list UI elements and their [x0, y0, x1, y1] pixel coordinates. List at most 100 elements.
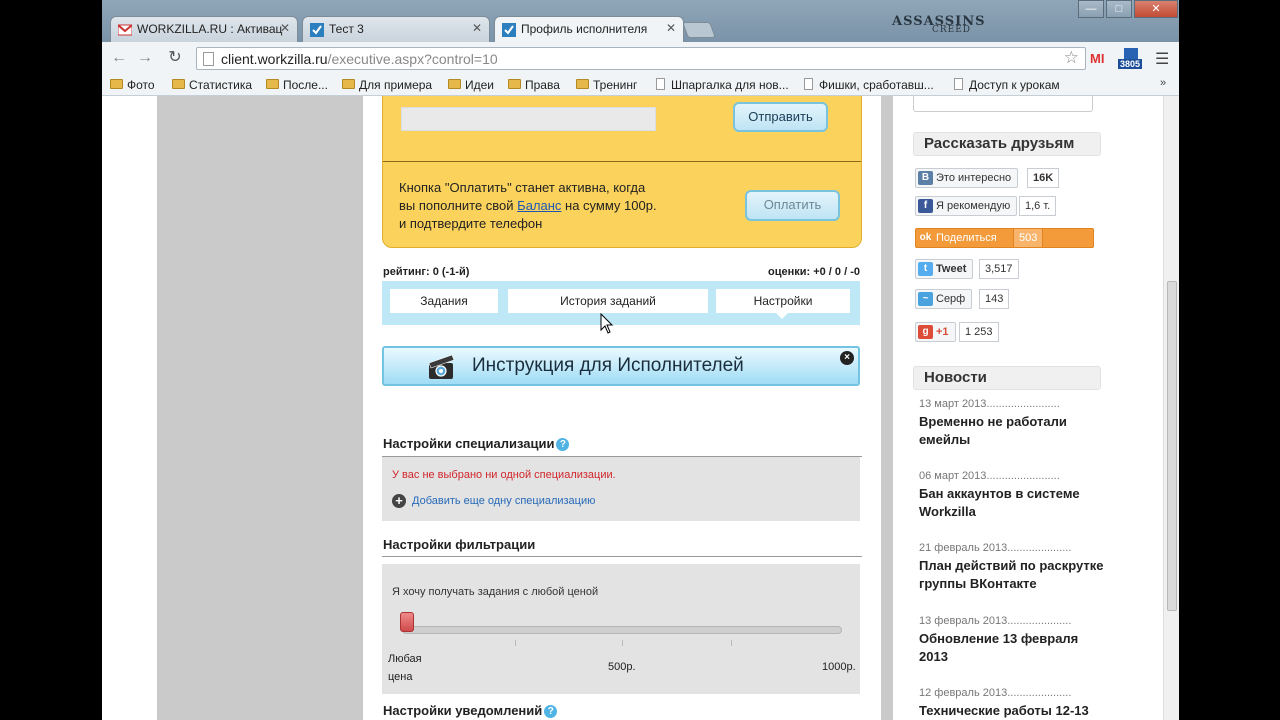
- browser-tab-workzilla[interactable]: WORKZILLA.RU : Активац ✕: [110, 16, 298, 42]
- tab-settings[interactable]: Настройки: [716, 289, 850, 319]
- news-date: 12 февраль 2013.....................: [919, 687, 1072, 699]
- bookmark-item[interactable]: Фото: [110, 78, 155, 92]
- slider-tick: [515, 640, 516, 646]
- news-date: 13 февраль 2013.....................: [919, 615, 1072, 627]
- help-icon[interactable]: ?: [556, 438, 570, 451]
- gplus-button[interactable]: g +1: [915, 322, 956, 342]
- tab-tasks[interactable]: Задания: [390, 289, 498, 313]
- extension-mi-icon[interactable]: MI: [1090, 51, 1104, 66]
- bookmark-item[interactable]: Идеи: [448, 78, 494, 92]
- tweet-button[interactable]: t Tweet: [915, 259, 974, 279]
- bookmark-item[interactable]: Статистика: [172, 78, 252, 92]
- bookmarks-overflow-icon[interactable]: »: [1160, 77, 1166, 89]
- facebook-button[interactable]: fЯ рекомендую: [915, 196, 1018, 216]
- bookmark-item[interactable]: Доступ к урокам: [952, 78, 1060, 92]
- folder-icon: [508, 79, 521, 89]
- share-count: 3,517: [979, 259, 1019, 279]
- star-icon[interactable]: ☆: [1064, 48, 1079, 68]
- tab-task-history[interactable]: История заданий: [508, 289, 708, 313]
- close-icon[interactable]: ✕: [472, 21, 482, 35]
- price-slider-handle[interactable]: [400, 612, 414, 632]
- news-link[interactable]: План действий по раскрутке группы ВКонта…: [919, 557, 1109, 593]
- filter-section-title: Настройки фильтрации: [383, 537, 536, 552]
- surf-button[interactable]: ~ Серф: [915, 289, 973, 309]
- gmail-icon: [118, 24, 132, 36]
- profile-tabs: Задания История заданий Настройки: [382, 281, 860, 325]
- folder-icon: [576, 79, 589, 89]
- address-bar[interactable]: client.workzilla.ru/executive.aspx?contr…: [196, 47, 1086, 70]
- extension-counter-icon[interactable]: 3805: [1118, 48, 1144, 70]
- tab-title: Тест 3: [329, 22, 364, 36]
- spec-section-title: Настройки специализации?: [383, 436, 570, 451]
- news-item[interactable]: 12 февраль 2013..................... Тех…: [919, 687, 1109, 720]
- rating-text: рейтинг: 0 (-1-й): [383, 266, 470, 278]
- notify-section-title: Настройки уведомлений?: [383, 703, 558, 718]
- page-icon: [203, 52, 214, 66]
- minimize-button[interactable]: —: [1078, 0, 1104, 18]
- spec-box: У вас не выбрано ни одной специализации.…: [382, 457, 860, 521]
- news-link[interactable]: Временно не работали емейлы: [919, 413, 1109, 449]
- browser-toolbar: ← → ↻ client.workzilla.ru/executive.aspx…: [102, 42, 1179, 74]
- folder-icon: [110, 79, 123, 89]
- vk-button[interactable]: В Это интересно: [915, 168, 1019, 188]
- slider-label-min: Любая цена: [388, 653, 422, 683]
- balance-link[interactable]: Баланс: [517, 198, 561, 213]
- folder-icon: [172, 79, 185, 89]
- bookmark-item[interactable]: Тренинг: [576, 78, 637, 92]
- bookmark-item[interactable]: Шпаргалка для нов...: [654, 78, 789, 92]
- plus-icon: +: [392, 494, 406, 508]
- back-button[interactable]: ←: [108, 48, 130, 68]
- folder-icon: [342, 79, 355, 89]
- share-count: 16K: [1027, 168, 1060, 188]
- news-item[interactable]: 21 февраль 2013..................... Пла…: [919, 542, 1109, 593]
- close-icon[interactable]: ×: [840, 351, 854, 365]
- pay-button[interactable]: Оплатить: [745, 190, 840, 221]
- new-tab-button[interactable]: [682, 22, 716, 38]
- url-path: /executive.aspx?control=10: [327, 51, 498, 67]
- browser-tab-profile[interactable]: Профиль исполнителя ✕: [494, 16, 684, 43]
- scrollbar-thumb[interactable]: [1167, 281, 1177, 611]
- column-divider: [881, 96, 893, 720]
- news-link[interactable]: Обновление 13 февраля 2013: [919, 630, 1109, 666]
- odnoklassniki-button[interactable]: ok Поделиться: [915, 228, 1094, 248]
- news-link[interactable]: Технические работы 12-13: [919, 702, 1109, 720]
- reload-button[interactable]: ↻: [164, 48, 186, 68]
- bookmark-item[interactable]: Для примера: [342, 78, 432, 92]
- check-icon: [310, 23, 324, 37]
- forward-button[interactable]: →: [134, 48, 156, 68]
- menu-icon[interactable]: ☰: [1155, 49, 1169, 69]
- url-host: client.workzilla.ru: [221, 51, 328, 67]
- bookmark-item[interactable]: Фишки, сработавш...: [802, 78, 934, 92]
- check-icon: [502, 23, 516, 37]
- close-icon[interactable]: ✕: [666, 21, 676, 35]
- tab-title: Профиль исполнителя: [521, 22, 648, 36]
- send-button[interactable]: Отправить: [733, 102, 828, 132]
- price-slider-track[interactable]: [402, 626, 842, 634]
- news-item[interactable]: 06 март 2013........................ Бан…: [919, 470, 1109, 521]
- page-scrollbar[interactable]: [1163, 96, 1179, 720]
- phone-code-input[interactable]: [401, 107, 656, 131]
- instruction-banner[interactable]: Инструкция для Исполнителей ×: [382, 346, 860, 386]
- window-close-button[interactable]: ✕: [1134, 0, 1178, 18]
- pay-note: Кнопка "Оплатить" станет активна, когда …: [399, 180, 657, 231]
- news-title: Новости: [913, 366, 1101, 390]
- page-content: Отправить Кнопка "Оплатить" станет актив…: [102, 96, 1179, 720]
- browser-tab-test3[interactable]: Тест 3 ✕: [302, 16, 490, 42]
- sidebar-top-widget: [913, 96, 1093, 112]
- maximize-button[interactable]: □: [1106, 0, 1132, 18]
- news-item[interactable]: 13 февраль 2013..................... Обн…: [919, 615, 1109, 666]
- bookmark-item[interactable]: После...: [266, 78, 328, 92]
- browser-window: WORKZILLA.RU : Активац ✕ Тест 3 ✕ Профил…: [102, 0, 1179, 720]
- news-link[interactable]: Бан аккаунтов в системе Workzilla: [919, 485, 1109, 521]
- news-date: 06 март 2013........................: [919, 470, 1060, 482]
- help-icon[interactable]: ?: [544, 705, 558, 718]
- close-icon[interactable]: ✕: [280, 21, 290, 35]
- bookmarks-bar: Фото Статистика После... Для примера Иде…: [102, 74, 1179, 96]
- add-specialization-link[interactable]: + Добавить еще одну специализацию: [392, 494, 595, 508]
- scores-text: оценки: +0 / 0 / -0: [767, 266, 860, 278]
- vk-icon: В: [918, 171, 933, 185]
- news-item[interactable]: 13 март 2013........................ Вре…: [919, 398, 1109, 449]
- share-count: 503: [1013, 228, 1044, 248]
- bookmark-item[interactable]: Права: [508, 78, 560, 92]
- divider: [383, 161, 861, 162]
